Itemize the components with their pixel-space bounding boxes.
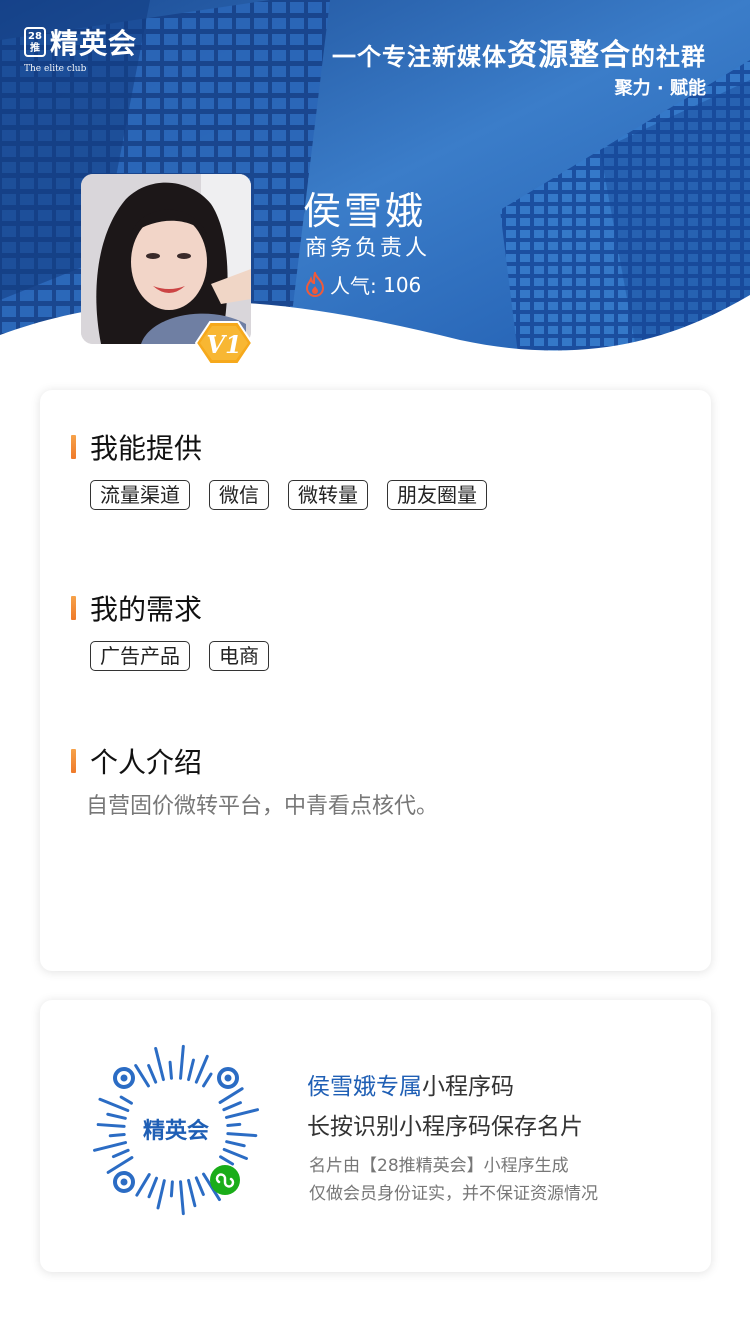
needs-tag: 广告产品 <box>90 641 190 671</box>
offer-tags: 流量渠道 微信 微转量 朋友圈量 <box>90 480 506 510</box>
offer-section-title: 我能提供 <box>90 432 203 465</box>
needs-tag: 电商 <box>209 641 269 671</box>
flame-icon <box>305 271 325 297</box>
avatar <box>81 174 251 344</box>
wechat-mini-program-icon <box>210 1165 240 1195</box>
qr-owner-line: 侯雪娥专属小程序码 <box>307 1067 514 1101</box>
section-accent-bar <box>71 749 76 773</box>
qr-disclaimer: 仅做会员身份证实，并不保证资源情况 <box>309 1184 598 1204</box>
qr-instruction: 长按识别小程序码保存名片 <box>307 1114 583 1140</box>
offer-tag: 朋友圈量 <box>387 480 487 510</box>
qr-generated-note: 名片由【28推精英会】小程序生成 <box>309 1156 569 1176</box>
section-accent-bar <box>71 596 76 620</box>
logo-text: 精英会 <box>50 27 138 60</box>
avatar-photo <box>81 174 251 344</box>
qr-owner-rest: 小程序码 <box>422 1074 514 1100</box>
offer-section-header: 我能提供 <box>71 427 202 467</box>
profile-detail-card: 我能提供 流量渠道 微信 微转量 朋友圈量 我的需求 广告产品 电商 个人介绍 … <box>40 390 711 971</box>
slogan: 一个专注新媒体资源整合的社群 <box>332 30 706 74</box>
offer-tag: 微信 <box>209 480 269 510</box>
qr-card: 精英会 侯雪娥专属小程序码 长按识别小程序码保存名片 名片由【28推精英会】小程… <box>40 1000 711 1272</box>
tagline: 聚力 · 赋能 <box>614 78 706 99</box>
vip-level-text: V1 <box>206 330 241 359</box>
popularity-label: 人气: <box>330 274 377 298</box>
slogan-highlight: 资源整合 <box>507 38 631 73</box>
mini-program-qr-code[interactable]: 精英会 <box>88 1042 264 1218</box>
needs-section-header: 我的需求 <box>71 588 202 628</box>
intro-text: 自营固价微转平台，中青看点核代。 <box>86 794 439 819</box>
qr-owner-name: 侯雪娥专属 <box>307 1074 422 1100</box>
popularity: 人气: 106 <box>303 270 421 299</box>
club-logo: 28推 精英会 The elite club <box>24 22 137 74</box>
section-accent-bar <box>71 435 76 459</box>
needs-tags: 广告产品 电商 <box>90 641 288 671</box>
vip-level-badge: V1 <box>195 321 253 365</box>
needs-section-title: 我的需求 <box>90 593 203 626</box>
offer-tag: 微转量 <box>288 480 368 510</box>
qr-logo-text: 精英会 <box>143 1118 209 1144</box>
profile-title: 商务负责人 <box>305 236 431 261</box>
popularity-value: 106 <box>383 272 422 297</box>
intro-section-title: 个人介绍 <box>90 746 203 779</box>
logo-seal: 28推 <box>24 27 46 57</box>
offer-tag: 流量渠道 <box>90 480 190 510</box>
intro-section-header: 个人介绍 <box>71 741 202 781</box>
logo-subtitle: The elite club <box>24 64 87 74</box>
slogan-part1: 一个专注新媒体 <box>332 43 507 71</box>
slogan-part2: 的社群 <box>631 43 706 71</box>
profile-name: 侯雪娥 <box>303 189 427 233</box>
